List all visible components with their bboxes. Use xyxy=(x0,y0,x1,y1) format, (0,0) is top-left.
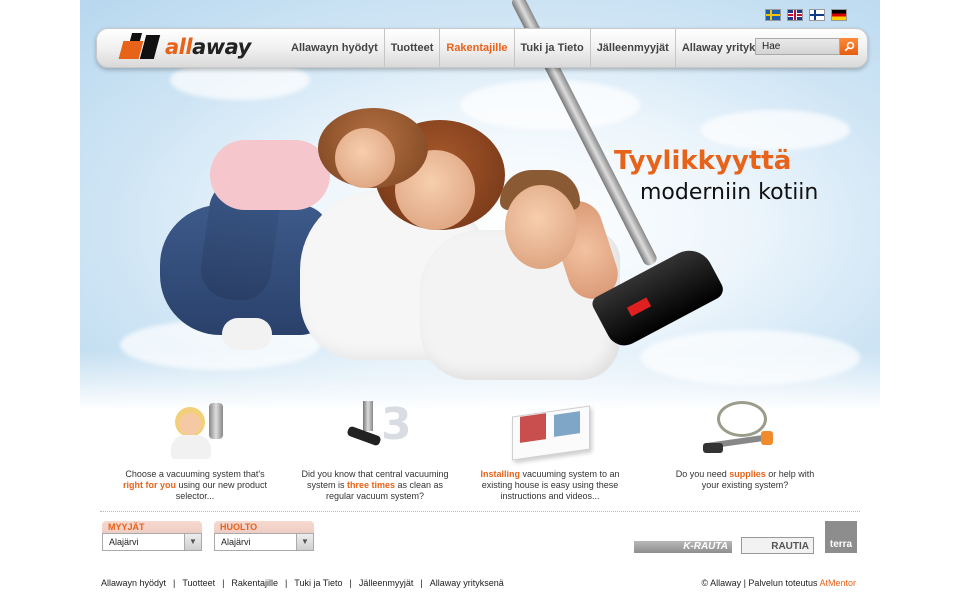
feature-highlight: Installing xyxy=(480,469,520,479)
footer-link-allaway-yrityksena[interactable]: Allaway yrityksenä xyxy=(430,578,504,588)
feature-highlight: three times xyxy=(346,480,395,490)
flag-swedish-icon[interactable] xyxy=(765,9,781,21)
feature-highlight: supplies xyxy=(729,469,766,479)
footer-link-allawayn-hyodyt[interactable]: Allawayn hyödyt xyxy=(101,578,166,588)
feature-product-selector[interactable]: Choose a vacuuming system that's right f… xyxy=(120,395,270,502)
partner-logo-rautia[interactable]: RAUTIA xyxy=(741,537,814,554)
features-section: Choose a vacuuming system that's right f… xyxy=(120,395,840,515)
nav-menu: Allawayn hyödyt Tuotteet Rakentajille Tu… xyxy=(285,29,786,67)
language-selector xyxy=(765,9,847,21)
feature-nozzle-3-icon: 3 xyxy=(325,395,425,463)
divider xyxy=(100,511,860,512)
flag-german-icon[interactable] xyxy=(831,9,847,21)
flag-finnish-icon[interactable] xyxy=(809,9,825,21)
feature-supplies[interactable]: Do you need supplies or help with your e… xyxy=(670,395,820,491)
logo[interactable]: allaway xyxy=(115,31,251,63)
copyright: © Allaway | Palvelun toteutus AtMentor xyxy=(701,578,856,588)
search-icon xyxy=(844,41,854,52)
feature-highlight: right for you xyxy=(122,480,176,490)
nav-item-rakentajille[interactable]: Rakentajille xyxy=(440,29,515,67)
dealers-selector: MYYJÄT Alajärvi ▼ xyxy=(102,521,202,551)
search-box xyxy=(755,38,858,55)
partner-logo-krauta[interactable]: K-RAUTA xyxy=(634,541,732,553)
partner-logo-terra[interactable]: terra xyxy=(825,521,857,553)
page: Tyylikkyyttä moderniin kotiin allaway Al… xyxy=(0,0,960,600)
footer-link-tuotteet[interactable]: Tuotteet xyxy=(182,578,215,588)
main-navbar: allaway Allawayn hyödyt Tuotteet Rakenta… xyxy=(96,28,868,68)
chevron-down-icon[interactable]: ▼ xyxy=(184,534,201,550)
search-input[interactable] xyxy=(755,38,840,55)
footer-nav: Allawayn hyödyt | Tuotteet | Rakentajille |… xyxy=(101,578,504,588)
footer-link-jalleenmyyjat[interactable]: Jälleenmyyjät xyxy=(359,578,414,588)
feature-installing[interactable]: Installing vacuuming system to an existi… xyxy=(475,395,625,502)
feature-book-icon xyxy=(500,395,600,463)
footer-link-rakentajille[interactable]: Rakentajille xyxy=(231,578,278,588)
nav-item-allawayn-hyodyt[interactable]: Allawayn hyödyt xyxy=(285,29,385,67)
footer-link-tuki-ja-tieto[interactable]: Tuki ja Tieto xyxy=(294,578,342,588)
flag-english-icon[interactable] xyxy=(787,9,803,21)
dealers-select[interactable]: Alajärvi ▼ xyxy=(102,533,202,551)
service-select[interactable]: Alajärvi ▼ xyxy=(214,533,314,551)
dealers-heading: MYYJÄT xyxy=(102,521,202,533)
nav-item-tuki-ja-tieto[interactable]: Tuki ja Tieto xyxy=(515,29,591,67)
chevron-down-icon[interactable]: ▼ xyxy=(296,534,313,550)
hero-title: Tyylikkyyttä xyxy=(614,146,792,176)
feature-woman-icon xyxy=(145,395,245,463)
logo-text-away: away xyxy=(192,35,251,59)
logo-text-all: all xyxy=(165,35,193,59)
search-button[interactable] xyxy=(840,38,858,55)
nav-item-jalleenmyyjat[interactable]: Jälleenmyyjät xyxy=(591,29,676,67)
feature-accessories-icon xyxy=(695,395,795,463)
feature-three-times-clean[interactable]: 3 Did you know that central vacuuming sy… xyxy=(300,395,450,502)
service-heading: HUOLTO xyxy=(214,521,314,533)
nav-item-tuotteet[interactable]: Tuotteet xyxy=(385,29,441,67)
service-selector: HUOLTO Alajärvi ▼ xyxy=(214,521,314,551)
credit-link[interactable]: AtMentor xyxy=(819,578,856,588)
hero-subtitle: moderniin kotiin xyxy=(640,180,819,205)
logo-mark-icon xyxy=(115,33,161,61)
